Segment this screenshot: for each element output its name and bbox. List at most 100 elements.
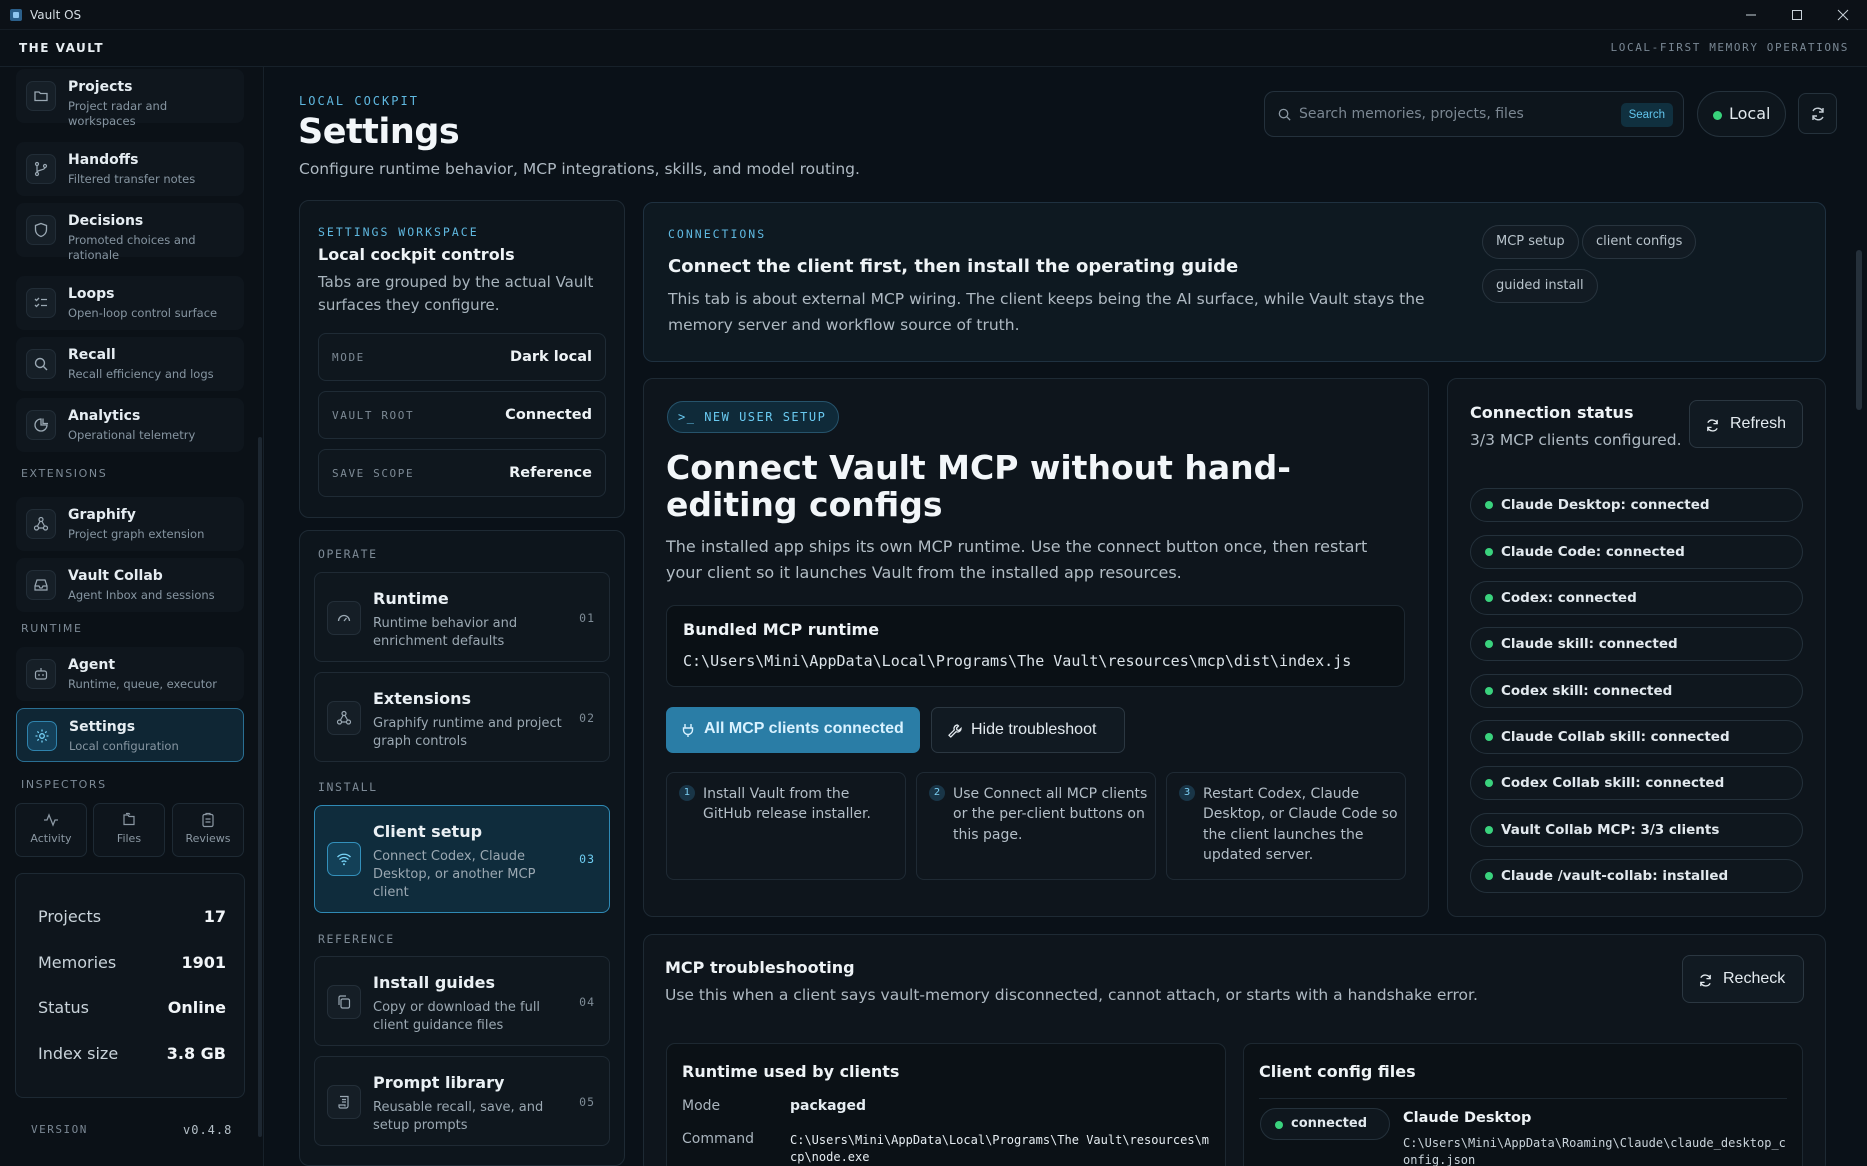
step-text: Restart Codex, Claude Desktop, or Claude… [1203, 786, 1398, 863]
sidebar-item-handoffs[interactable]: Handoffs Filtered transfer notes [16, 142, 244, 196]
status-item: Claude /vault-collab: installed [1470, 859, 1803, 893]
sidebar-item-subtitle: Local configuration [69, 739, 179, 753]
refresh-button[interactable] [1798, 93, 1837, 134]
sidebar-item-subtitle: Recall efficiency and logs [68, 367, 214, 381]
tab-subtitle: Runtime behavior and enrichment defaults [373, 616, 518, 650]
group-label-operate: OPERATE [318, 547, 378, 561]
tab-install-guides[interactable]: Install guides Copy or download the full… [314, 956, 610, 1046]
sidebar-scrollbar[interactable] [258, 437, 262, 1137]
chip-guided-install[interactable]: guided install [1482, 269, 1598, 303]
search-icon [26, 349, 56, 379]
sidebar-item-title: Recall [68, 347, 116, 363]
main-scrollbar[interactable] [1856, 250, 1862, 410]
minimize-button[interactable] [1728, 0, 1774, 30]
bundled-runtime-path: C:\Users\Mini\AppData\Local\Programs\The… [683, 652, 1352, 670]
sidebar-item-loops[interactable]: Loops Open-loop control surface [16, 276, 244, 330]
app-header: THE VAULT LOCAL-FIRST MEMORY OPERATIONS [0, 30, 1867, 67]
tab-subtitle: Copy or download the full client guidanc… [373, 1000, 541, 1034]
client-connected-badge: connected [1260, 1108, 1390, 1140]
stat-status: Status Online [38, 998, 226, 1022]
version-label: VERSION [31, 1123, 88, 1136]
sidebar-item-title: Decisions [68, 213, 144, 229]
local-mode-toggle[interactable]: Local [1697, 91, 1786, 137]
sidebar-item-vault-collab[interactable]: Vault Collab Agent Inbox and sessions [16, 558, 244, 612]
search-button[interactable]: Search [1620, 103, 1673, 127]
analytics-icon [26, 410, 56, 440]
step-number: 2 [929, 785, 945, 801]
workspace-description: Tabs are grouped by the actual Vault sur… [318, 273, 594, 314]
chip-mcp-setup[interactable]: MCP setup [1482, 225, 1579, 259]
hide-troubleshoot-button[interactable]: Hide troubleshoot [931, 707, 1125, 753]
status-item: Claude skill: connected [1470, 627, 1803, 661]
search-icon [1277, 107, 1292, 122]
sidebar-item-title: Loops [68, 286, 115, 302]
field-value: Reference [509, 465, 592, 481]
hide-troubleshoot-label: Hide troubleshoot [971, 721, 1097, 738]
bundled-runtime-title: Bundled MCP runtime [683, 620, 880, 639]
badge-label: connected [1291, 1116, 1368, 1131]
connections-description: This tab is about external MCP wiring. T… [668, 290, 1425, 334]
sidebar-item-settings[interactable]: Settings Local configuration [16, 708, 244, 762]
gauge-icon [327, 601, 361, 635]
copy-icon [327, 985, 361, 1019]
tab-number: 01 [579, 611, 595, 625]
refresh-icon [1705, 418, 1720, 433]
sidebar-item-subtitle: Project radar and workspaces [68, 99, 168, 128]
close-button[interactable] [1820, 0, 1866, 30]
step-number: 1 [679, 785, 695, 801]
tab-subtitle: Reusable recall, save, and setup prompts [373, 1100, 544, 1134]
sidebar-item-decisions[interactable]: Decisions Promoted choices and rationale [16, 203, 244, 262]
inspector-reviews[interactable]: Reviews [172, 803, 244, 857]
status-dot [1275, 1121, 1283, 1129]
status-item: Claude Collab skill: connected [1470, 720, 1803, 754]
runtime-command-label: Command [682, 1131, 754, 1147]
section-label-inspectors: INSPECTORS [21, 778, 107, 791]
sidebar-item-title: Projects [68, 79, 133, 95]
sidebar-item-title: Handoffs [68, 152, 139, 168]
tab-subtitle: Connect Codex, Claude Desktop, or anothe… [373, 849, 536, 901]
search-input[interactable] [1299, 104, 1599, 124]
activity-icon [44, 813, 58, 827]
sidebar-item-recall[interactable]: Recall Recall efficiency and logs [16, 337, 244, 391]
inspector-files[interactable]: Files [93, 803, 165, 857]
version-value: v0.4.8 [183, 1123, 233, 1137]
stat-value: 1901 [181, 953, 226, 972]
tab-runtime[interactable]: Runtime Runtime behavior and enrichment … [314, 572, 610, 662]
field-value: Dark local [510, 349, 592, 365]
page-title: Settings [298, 112, 460, 152]
recheck-button[interactable]: Recheck [1682, 955, 1804, 1003]
sidebar-item-projects[interactable]: Projects Project radar and workspaces [16, 69, 244, 128]
setup-step: 3 Restart Codex, Claude Desktop, or Clau… [1166, 772, 1406, 880]
tab-title: Client setup [373, 822, 483, 841]
page-subtitle: Configure runtime behavior, MCP integrat… [299, 160, 860, 178]
connect-all-button[interactable]: All MCP clients connected [666, 707, 920, 753]
sidebar-item-agent[interactable]: Agent Runtime, queue, executor [16, 647, 244, 701]
gear-icon [27, 721, 57, 751]
graph-nodes-icon [327, 701, 361, 735]
stat-label: Projects [38, 907, 102, 926]
app-icon [10, 8, 22, 21]
sidebar-item-analytics[interactable]: Analytics Operational telemetry [16, 398, 244, 452]
stat-value: 17 [203, 907, 226, 926]
tab-title: Prompt library [373, 1073, 505, 1092]
sidebar-item-graphify[interactable]: Graphify Project graph extension [16, 497, 244, 551]
tab-client-setup[interactable]: Client setup Connect Codex, Claude Deskt… [314, 805, 610, 913]
stat-value: 3.8 GB [166, 1044, 226, 1063]
sidebar-item-title: Analytics [68, 408, 141, 424]
sidebar-item-subtitle: Operational telemetry [68, 428, 196, 442]
tab-title: Install guides [373, 973, 496, 992]
runtime-mode-value: packaged [790, 1098, 867, 1114]
tab-number: 05 [579, 1095, 595, 1109]
maximize-button[interactable] [1774, 0, 1820, 30]
status-refresh-button[interactable]: Refresh [1689, 400, 1803, 448]
chip-client-configs[interactable]: client configs [1582, 225, 1697, 259]
tab-prompt-library[interactable]: Prompt library Reusable recall, save, an… [314, 1056, 610, 1146]
workspace-title: Local cockpit controls [318, 245, 515, 264]
tab-title: Runtime [373, 589, 449, 608]
status-item: Codex Collab skill: connected [1470, 766, 1803, 800]
tab-extensions[interactable]: Extensions Graphify runtime and project … [314, 672, 610, 762]
setup-title: Connect Vault MCP without hand-editing c… [666, 448, 1291, 525]
status-dot [1485, 594, 1493, 602]
stat-projects: Projects 17 [38, 907, 226, 931]
inspector-activity[interactable]: Activity [15, 803, 87, 857]
